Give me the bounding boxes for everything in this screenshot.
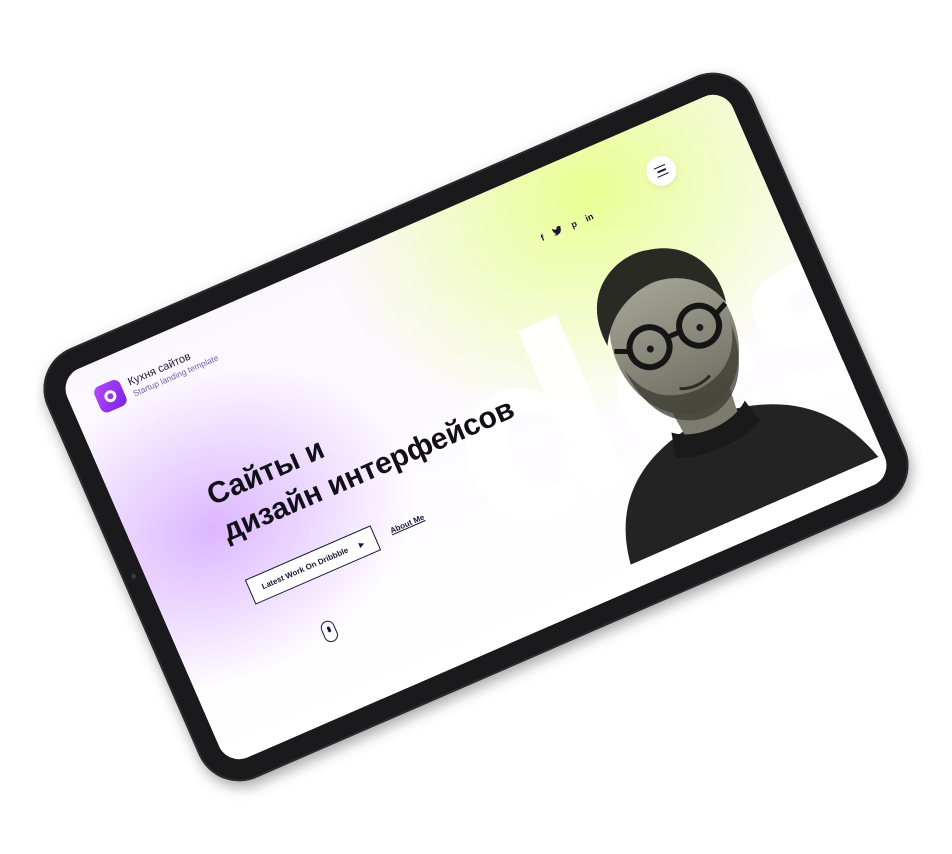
linkedin-icon[interactable]: in: [584, 211, 596, 224]
logo-icon: [91, 377, 129, 415]
pinterest-icon[interactable]: p: [569, 218, 578, 230]
latest-work-button[interactable]: Latest Work On Dribbble ▶: [244, 525, 382, 605]
hamburger-menu-icon[interactable]: [641, 151, 681, 191]
play-icon: ▶: [357, 540, 366, 549]
latest-work-label: Latest Work On Dribbble: [260, 545, 350, 592]
tablet-device: des: [29, 58, 923, 796]
stage: des: [0, 0, 952, 854]
facebook-icon[interactable]: f: [539, 233, 546, 244]
twitter-icon[interactable]: [551, 225, 565, 239]
mouse-scroll-icon[interactable]: [318, 618, 341, 645]
brand-text: Кухня сайтов Startup landing template: [126, 340, 220, 398]
about-me-link[interactable]: About Me: [389, 513, 426, 536]
